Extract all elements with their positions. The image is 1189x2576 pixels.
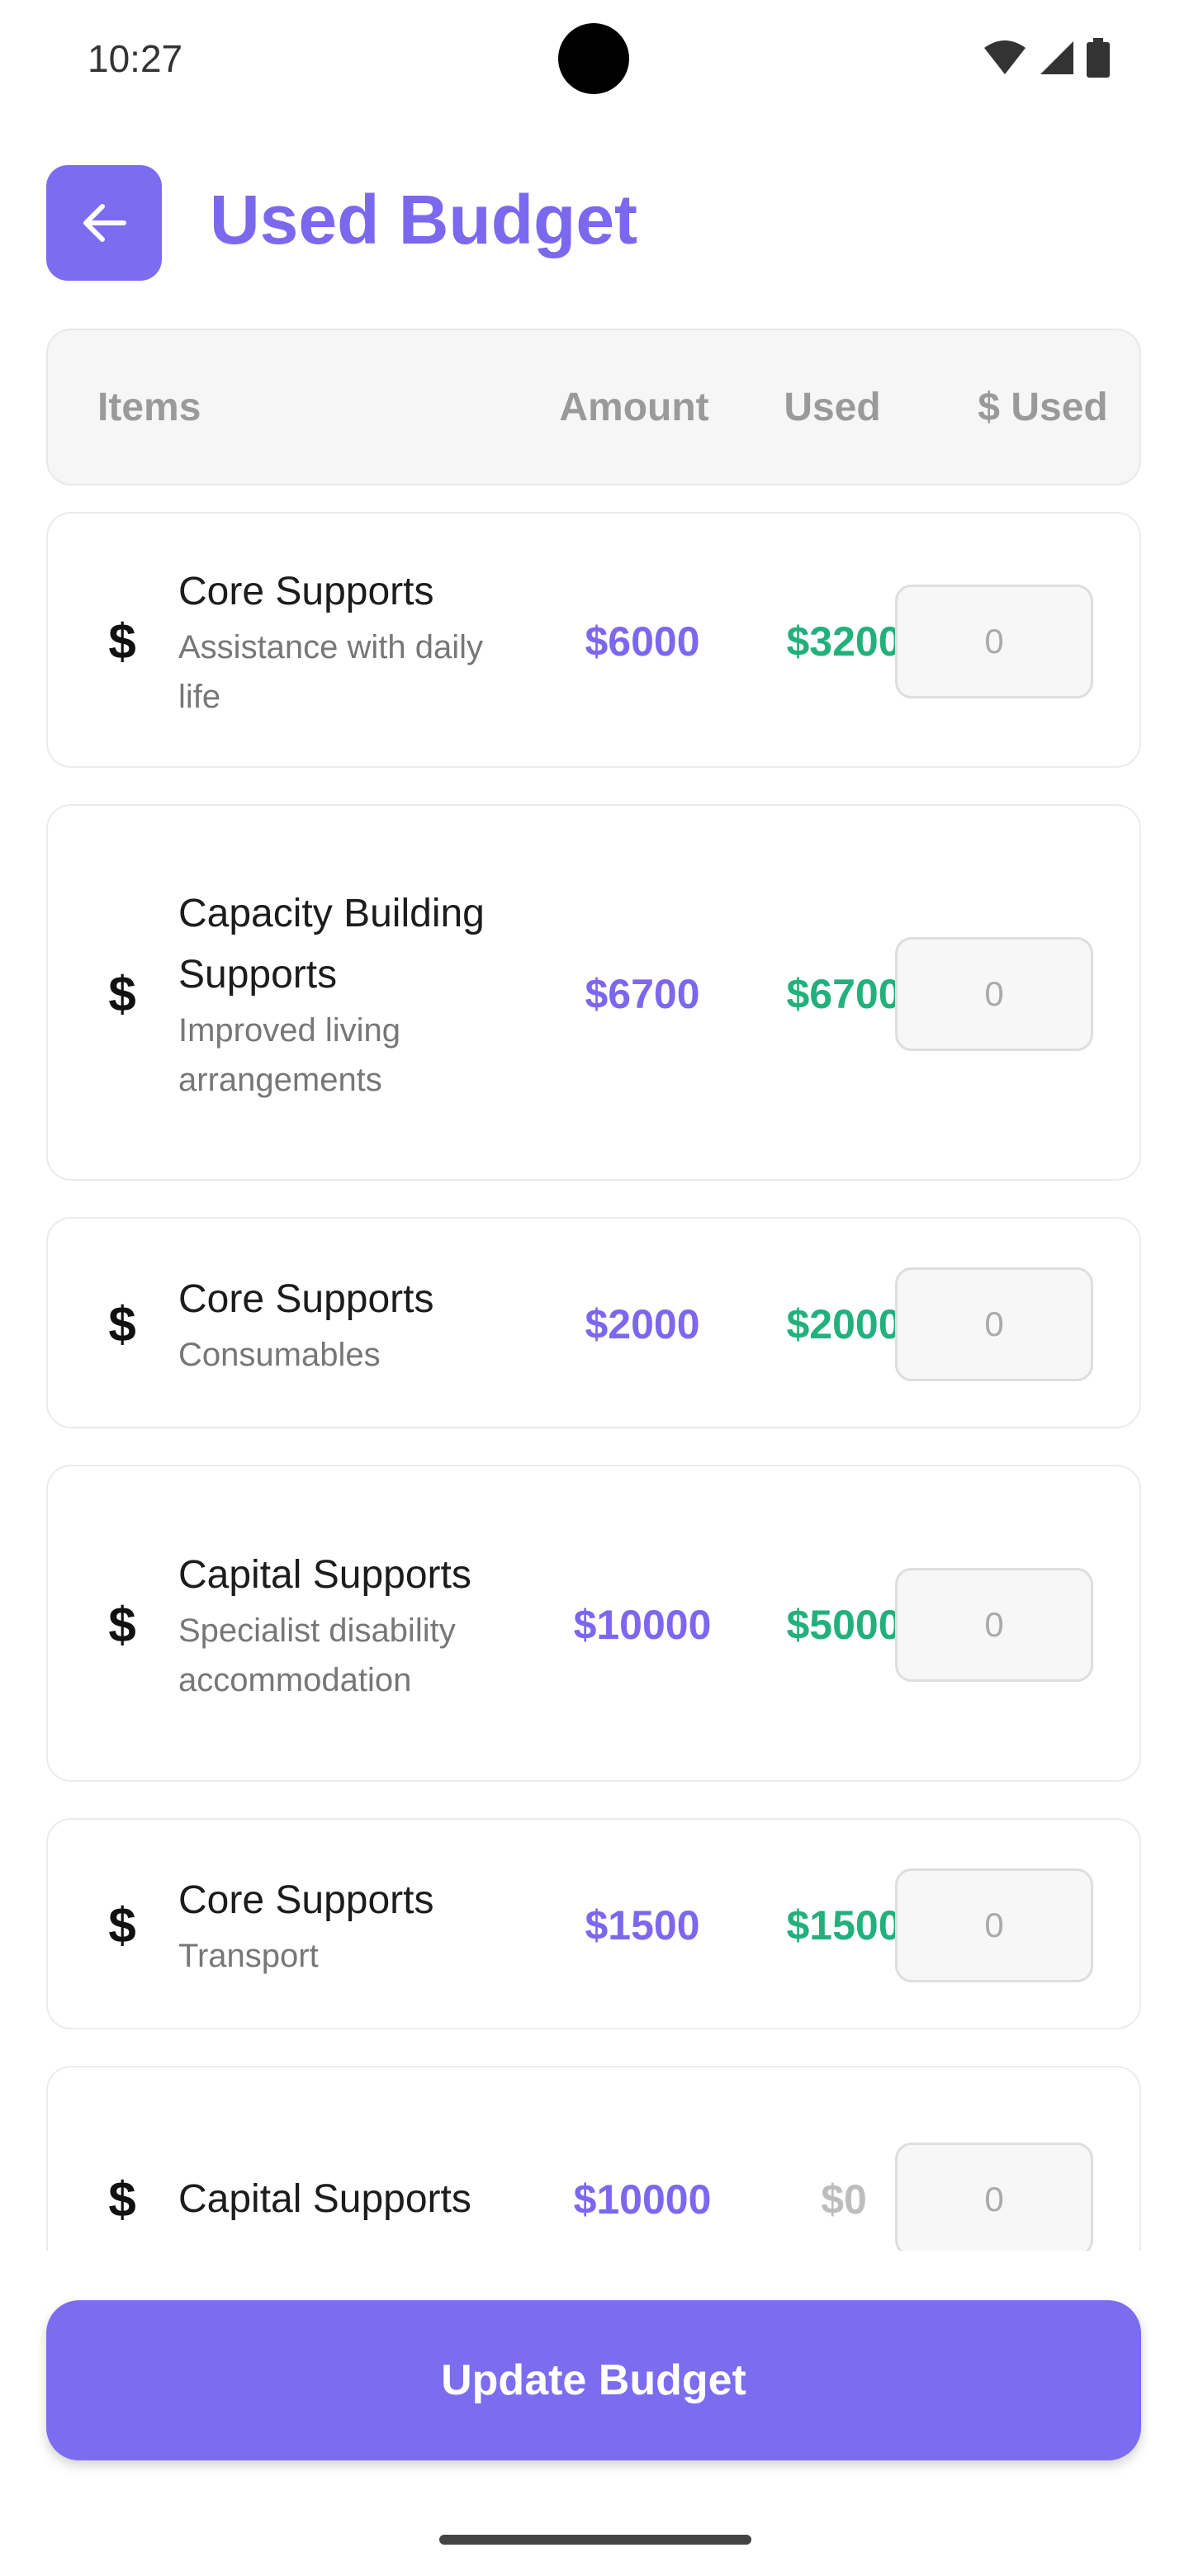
budget-item-text: Capacity Building Supports Improved livi…	[178, 883, 517, 1105]
column-header-dollar-used: $ Used	[978, 386, 1108, 429]
dollar-used-input[interactable]	[895, 585, 1093, 698]
budget-item-text: Core Supports Assistance with daily life	[178, 561, 517, 722]
dollar-icon: $	[108, 2171, 136, 2228]
budget-item-card: $ Capital Supports Specialist disability…	[46, 1465, 1141, 1782]
budget-item-title: Core Supports	[178, 1878, 434, 1922]
wifi-icon	[984, 40, 1026, 74]
budget-item-text: Core Supports Transport	[178, 1870, 517, 1981]
budget-item-card: $ Core Supports Transport $1500 $1500	[46, 1818, 1141, 2029]
budget-item-card: $ Core Supports Consumables $2000 $2000	[46, 1217, 1141, 1428]
budget-item-title: Core Supports	[178, 570, 434, 613]
budget-item-text: Capital Supports	[178, 2169, 517, 2230]
dollar-used-input[interactable]	[895, 1868, 1093, 1982]
table-header: Items Amount Used $ Used	[46, 329, 1141, 485]
status-time: 10:27	[88, 37, 183, 80]
dollar-icon: $	[108, 966, 136, 1022]
dollar-icon: $	[108, 1897, 136, 1953]
update-budget-button[interactable]: Update Budget	[46, 2300, 1141, 2460]
budget-item-subtitle: Specialist disability accommodation	[178, 1612, 456, 1698]
dollar-used-input[interactable]	[895, 1568, 1093, 1682]
budget-item-subtitle: Transport	[178, 1938, 319, 1974]
dollar-icon: $	[108, 1296, 136, 1352]
dollar-used-input[interactable]	[895, 937, 1093, 1051]
budget-item-title: Capital Supports	[178, 2177, 471, 2221]
budget-item-title: Capital Supports	[178, 1553, 471, 1597]
budget-list[interactable]: $ Core Supports Assistance with daily li…	[0, 495, 1189, 2251]
budget-item-card: $ Capacity Building Supports Improved li…	[46, 804, 1141, 1181]
status-bar: 10:27	[0, 0, 1189, 116]
camera-cutout	[558, 23, 629, 94]
dollar-used-input[interactable]	[895, 2143, 1093, 2251]
budget-item-title: Capacity Building Supports	[178, 892, 485, 997]
budget-item-text: Core Supports Consumables	[178, 1269, 517, 1380]
budget-item-title: Core Supports	[178, 1277, 434, 1321]
dollar-icon: $	[108, 1597, 136, 1653]
arrow-left-icon	[83, 204, 126, 242]
budget-item-card: $ Capital Supports $10000 $0	[46, 2066, 1141, 2251]
page-title: Used Budget	[210, 181, 638, 258]
budget-item-subtitle: Assistance with daily life	[178, 629, 484, 715]
status-icons	[983, 38, 1110, 78]
signal-icon	[1040, 41, 1073, 74]
dollar-icon: $	[108, 613, 136, 670]
battery-icon	[1087, 38, 1110, 78]
budget-item-card: $ Core Supports Assistance with daily li…	[46, 512, 1141, 768]
dollar-used-input[interactable]	[895, 1267, 1093, 1381]
budget-item-text: Capital Supports Specialist disability a…	[178, 1545, 517, 1705]
budget-item-subtitle: Consumables	[178, 1337, 381, 1373]
column-header-items: Items	[97, 386, 201, 429]
budget-item-subtitle: Improved living arrangements	[178, 1012, 401, 1098]
back-button[interactable]	[46, 165, 162, 281]
home-indicator[interactable]	[439, 2535, 751, 2545]
